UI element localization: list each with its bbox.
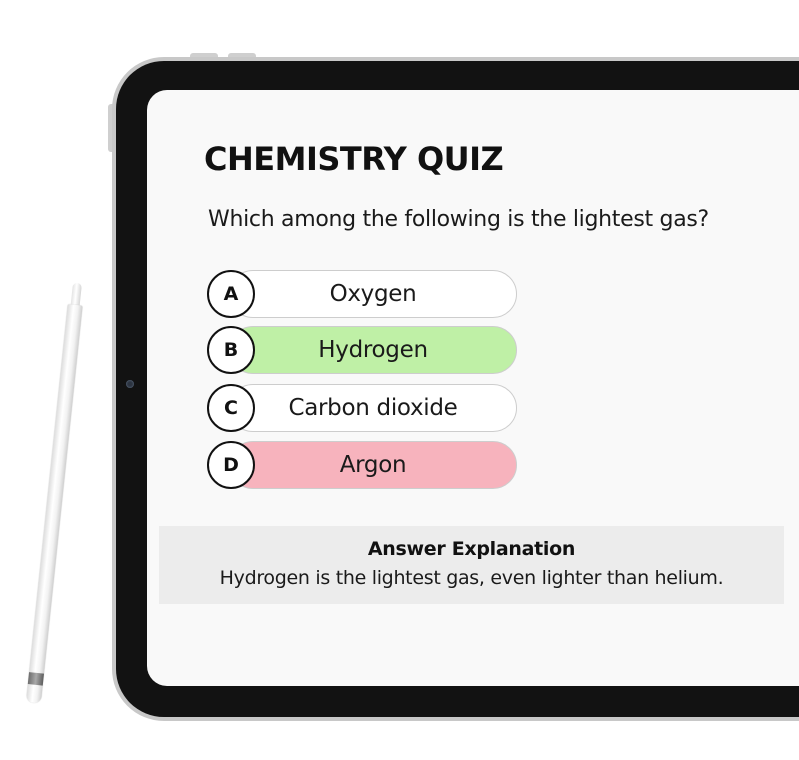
option-b[interactable]: Hydrogen B: [207, 326, 517, 374]
explanation-heading: Answer Explanation: [367, 538, 576, 560]
option-d[interactable]: Argon D: [207, 441, 517, 489]
option-letter-badge: C: [207, 384, 255, 432]
camera-icon: [126, 380, 134, 388]
pencil-body: [25, 304, 83, 704]
option-label: Carbon dioxide: [288, 395, 458, 421]
stylus-pencil: [25, 282, 85, 711]
answer-explanation-panel: Answer Explanation Hydrogen is the light…: [159, 526, 784, 604]
option-c[interactable]: Carbon dioxide C: [207, 384, 517, 432]
pencil-band: [27, 672, 44, 686]
option-a[interactable]: Oxygen A: [207, 270, 517, 318]
option-label: Oxygen: [329, 281, 417, 307]
option-letter-badge: A: [207, 270, 255, 318]
option-label: Hydrogen: [318, 337, 428, 363]
question-text: Which among the following is the lightes…: [208, 207, 709, 232]
tablet-screen: CHEMISTRY QUIZ Which among the following…: [147, 90, 799, 686]
option-letter-badge: D: [207, 441, 255, 489]
explanation-text: Hydrogen is the lightest gas, even light…: [219, 567, 724, 589]
option-label: Argon: [339, 452, 407, 478]
scene: CHEMISTRY QUIZ Which among the following…: [0, 0, 799, 760]
quiz-title: CHEMISTRY QUIZ: [204, 140, 504, 178]
option-letter-badge: B: [207, 326, 255, 374]
